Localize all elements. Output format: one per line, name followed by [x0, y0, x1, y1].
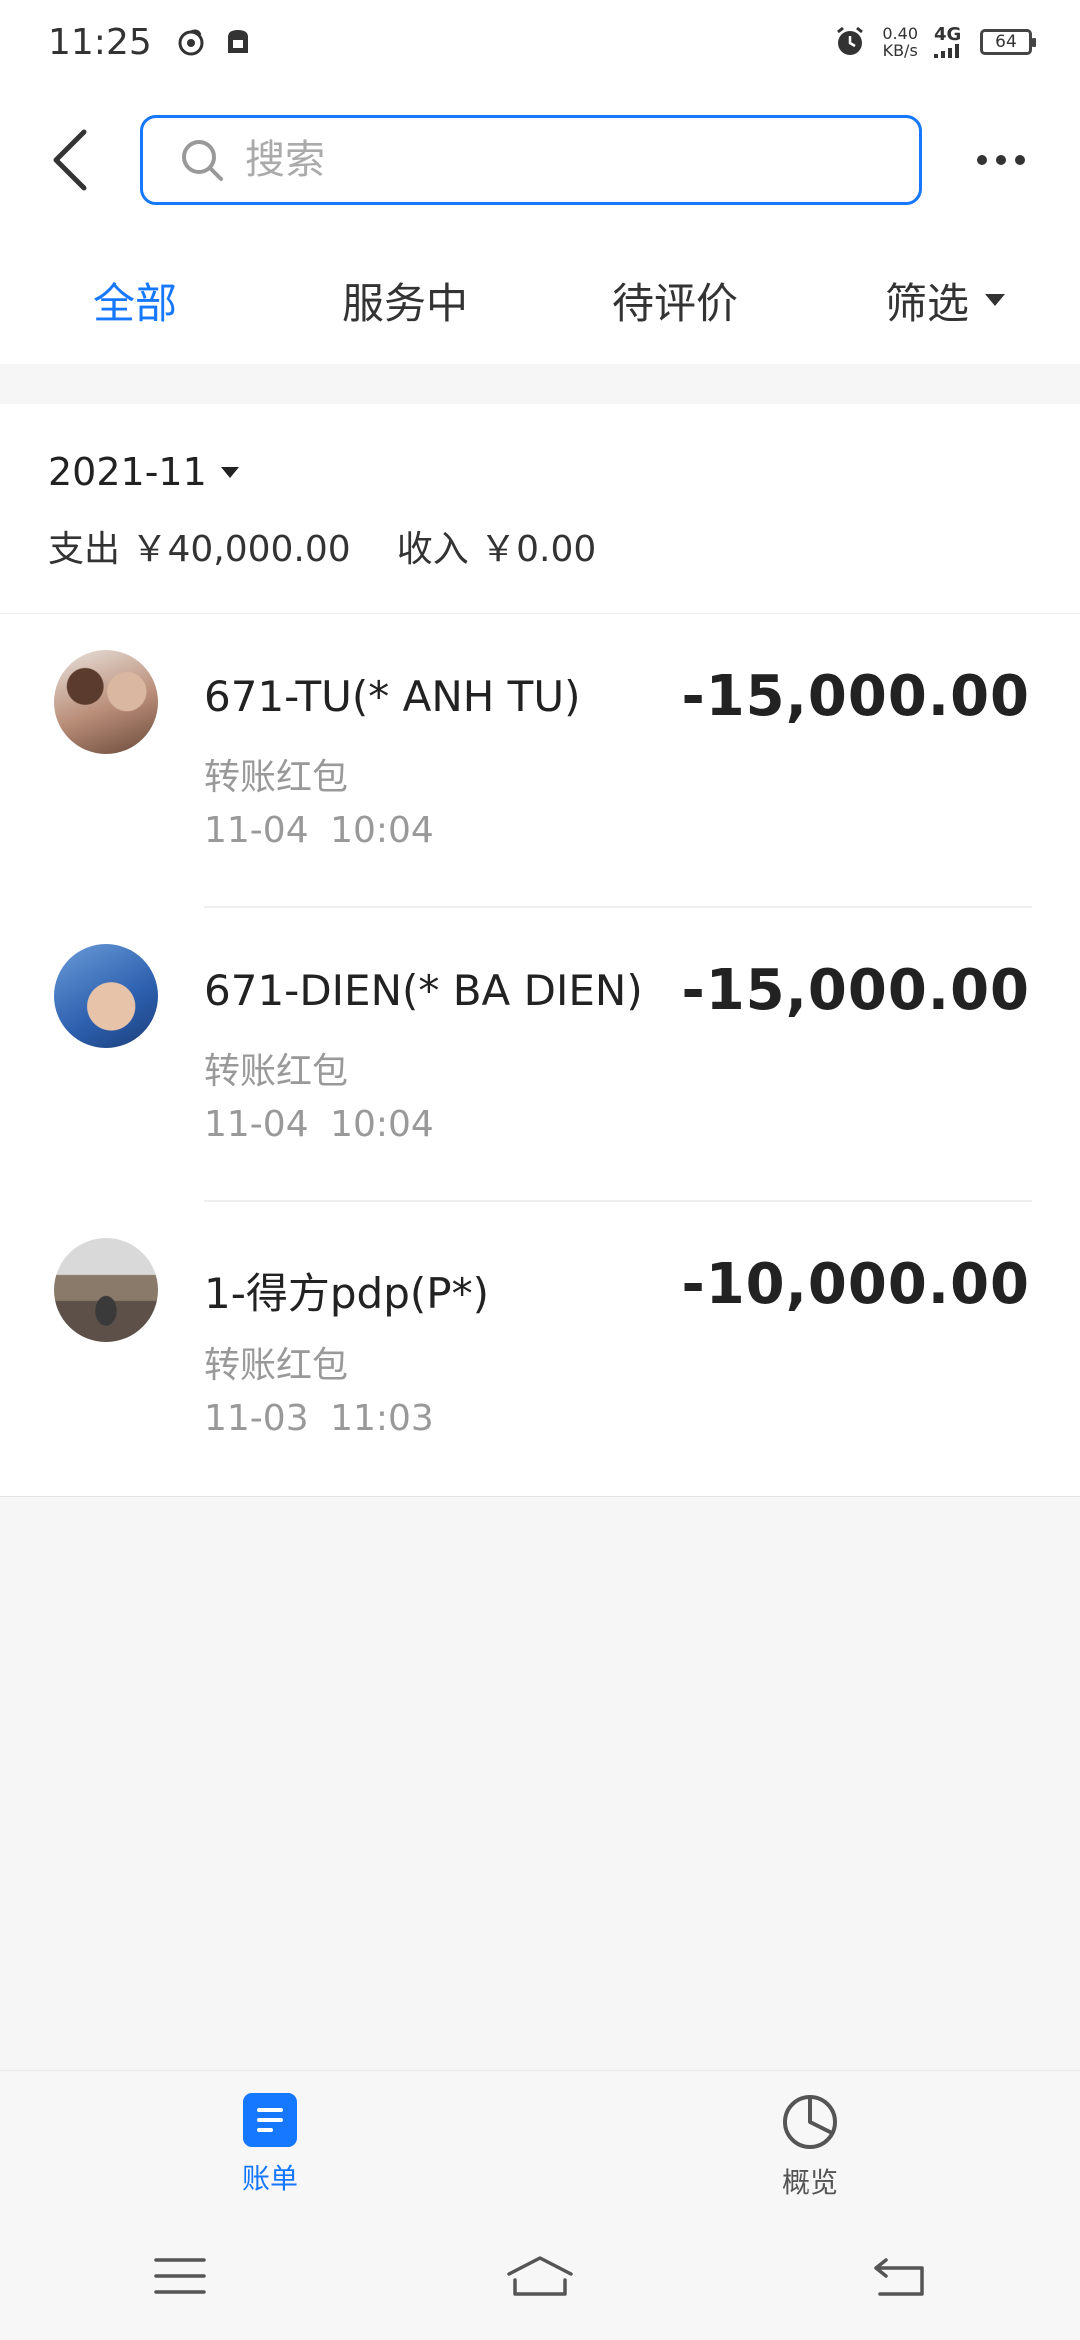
signal-group: 4G — [934, 26, 964, 58]
search-box[interactable] — [140, 115, 922, 205]
page: 11:25 0.40 KB/s 4G 64 搜索 全部 服务中 待评价 筛选 2… — [0, 0, 1080, 2340]
expense-value: ￥40,000.00 — [131, 529, 351, 570]
status-bar: 11:25 0.40 KB/s 4G 64 — [0, 0, 1080, 84]
month-label: 2021-11 — [48, 450, 207, 494]
caret-down-icon — [985, 294, 1005, 306]
month-summary: 2021-11 支出 ￥40,000.00 收入 ￥0.00 — [0, 404, 1080, 614]
back-button[interactable] — [0, 84, 140, 236]
transaction-amount: -15,000.00 — [681, 664, 1030, 729]
transaction-name: 1-得方pdp(P*) — [204, 1269, 489, 1318]
nav-bill[interactable]: 账单 — [0, 2071, 540, 2212]
bill-icon — [243, 2093, 297, 2147]
battery-icon: 64 — [980, 29, 1036, 55]
transaction-type: 转账红包 — [204, 1051, 349, 1092]
transaction-name: 671-DIEN(* BA DIEN) — [204, 966, 643, 1015]
transaction-row[interactable]: 1-得方pdp(P*) 转账红包 11-03 11:03 -10,000.00 — [0, 1202, 1080, 1496]
search-input[interactable] — [245, 137, 845, 183]
income-total: 收入 ￥0.00 — [397, 520, 597, 572]
transaction-date: 11-04 — [204, 810, 309, 851]
filter-tabs: 全部 服务中 待评价 筛选 — [0, 236, 1080, 364]
tab-to-review[interactable]: 待评价 — [540, 270, 810, 331]
back-nav-button[interactable] — [840, 2236, 960, 2316]
status-left-icons — [176, 27, 252, 57]
header — [0, 84, 1080, 236]
battery-level: 64 — [995, 32, 1017, 52]
speed-value: 0.40 — [882, 24, 918, 43]
avatar — [54, 650, 158, 754]
transaction-row[interactable]: 671-TU(* ANH TU) 转账红包 11-04 10:04 -15,00… — [0, 614, 1080, 908]
tab-all[interactable]: 全部 — [0, 270, 270, 331]
transaction-list: 671-TU(* ANH TU) 转账红包 11-04 10:04 -15,00… — [0, 614, 1080, 1497]
transaction-amount: -15,000.00 — [681, 958, 1030, 1023]
income-value: ￥0.00 — [480, 529, 597, 570]
network-type: 4G — [934, 24, 962, 45]
expense-label: 支出 — [48, 529, 121, 570]
nav-overview[interactable]: 概览 — [540, 2071, 1080, 2212]
transaction-clock: 10:04 — [330, 1104, 434, 1145]
signal-icon — [934, 44, 959, 58]
month-selector[interactable]: 2021-11 — [48, 450, 1032, 494]
transaction-amount: -10,000.00 — [681, 1252, 1030, 1317]
transaction-clock: 11:03 — [330, 1398, 434, 1439]
income-label: 收入 — [396, 529, 469, 570]
home-button[interactable] — [480, 2236, 600, 2316]
return-icon — [874, 2258, 924, 2296]
more-dot — [996, 155, 1006, 165]
transaction-name: 671-TU(* ANH TU) — [204, 672, 581, 721]
network-speed: 0.40 KB/s — [882, 25, 918, 59]
status-right: 0.40 KB/s 4G 64 — [834, 25, 1036, 59]
transaction-type: 转账红包 — [204, 1345, 349, 1386]
transaction-type: 转账红包 — [204, 757, 349, 798]
more-dot — [977, 155, 987, 165]
avatar — [54, 1238, 158, 1342]
transaction-time: 11-04 10:04 — [204, 1104, 434, 1145]
transaction-time: 11-03 11:03 — [204, 1398, 434, 1439]
expense-total: 支出 ￥40,000.00 — [48, 520, 351, 572]
alarm-icon — [837, 26, 864, 55]
pie-chart-icon — [783, 2095, 837, 2149]
avatar — [54, 944, 158, 1048]
speed-unit: KB/s — [882, 41, 918, 60]
nav-bill-label: 账单 — [241, 2162, 298, 2195]
nav-overview-label: 概览 — [781, 2166, 838, 2199]
menu-button[interactable] — [120, 2236, 240, 2316]
status-time: 11:25 — [48, 21, 152, 63]
more-button[interactable] — [922, 84, 1080, 236]
chevron-left-icon — [53, 129, 87, 191]
transaction-time: 11-04 10:04 — [204, 810, 434, 851]
transaction-clock: 10:04 — [330, 810, 434, 851]
caret-down-icon — [220, 466, 239, 478]
swirl-icon — [178, 29, 204, 56]
tab-in-service[interactable]: 服务中 — [270, 270, 540, 331]
home-icon — [507, 2256, 573, 2296]
bottom-nav: 账单 概览 — [0, 2070, 1080, 2212]
system-nav-bar — [0, 2212, 1080, 2340]
more-dot — [1015, 155, 1025, 165]
tab-filter[interactable]: 筛选 — [810, 270, 1080, 331]
tab-filter-label: 筛选 — [884, 278, 969, 328]
app-notification-icon — [227, 30, 248, 53]
transaction-date: 11-04 — [204, 1104, 309, 1145]
menu-icon — [154, 2258, 206, 2294]
transaction-date: 11-03 — [204, 1398, 309, 1439]
search-icon — [182, 140, 223, 181]
transaction-row[interactable]: 671-DIEN(* BA DIEN) 转账红包 11-04 10:04 -15… — [0, 908, 1080, 1202]
totals: 支出 ￥40,000.00 收入 ￥0.00 — [48, 520, 1032, 572]
